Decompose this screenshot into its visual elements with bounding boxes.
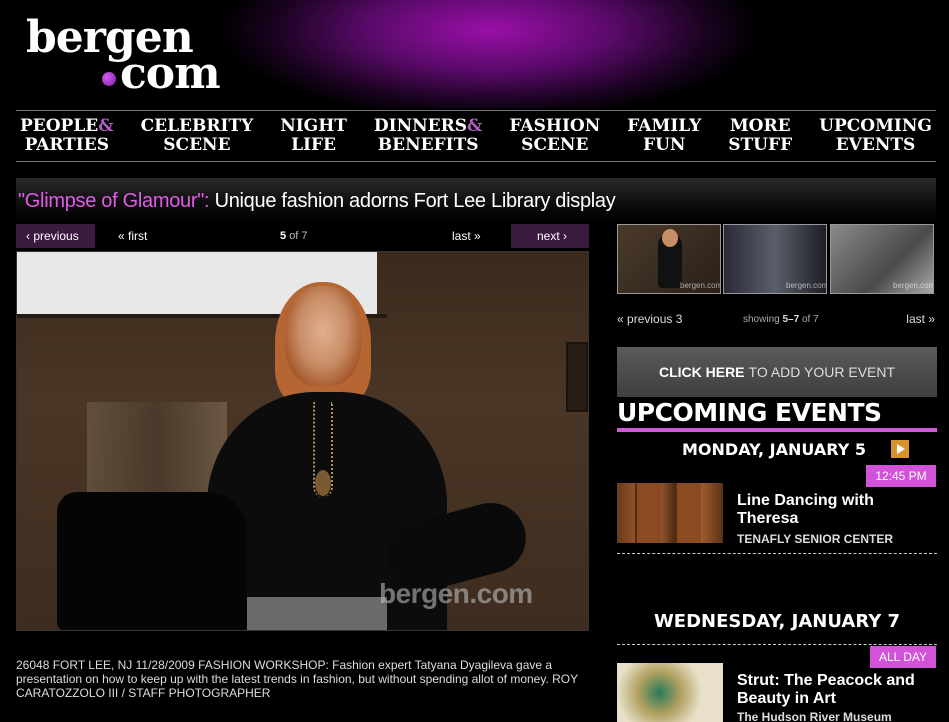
photo-watermark: bergen.com — [379, 578, 533, 609]
nav-amp: & — [98, 116, 114, 136]
showing-label: showing — [743, 314, 780, 325]
nav-item-night-life[interactable]: NIGHT LIFE — [280, 117, 347, 155]
main-nav: PEOPLE& PARTIES CELEBRITY SCENE NIGHT LI… — [16, 110, 936, 162]
nav-label-line1: CELEBRITY — [140, 116, 254, 136]
article-title-bar: "Glimpse of Glamour": Unique fashion ado… — [16, 178, 936, 222]
nav-item-family-fun[interactable]: FAMILY FUN — [627, 117, 701, 155]
showing-total: of 7 — [801, 314, 819, 325]
add-event-strong: CLICK HERE — [658, 364, 745, 380]
event-date-heading: MONDAY, JANUARY 5 — [617, 440, 937, 459]
event-title-link[interactable]: Strut: The Peacock and Beauty in Art — [737, 672, 937, 708]
wall-frame — [566, 342, 588, 412]
nav-item-celebrity-scene[interactable]: CELEBRITY SCENE — [141, 117, 254, 155]
logo-dot-icon — [102, 72, 116, 86]
previous-3-label: previous 3 — [627, 312, 683, 326]
last-button[interactable]: last » — [452, 224, 481, 248]
previous-label: previous — [33, 229, 79, 243]
nav-item-more-stuff[interactable]: MORE STUFF — [728, 117, 792, 155]
nav-item-people-parties[interactable]: PEOPLE& PARTIES — [20, 117, 114, 155]
event-venue: The Hudson River Museum — [737, 710, 892, 722]
nav-label-line2: EVENTS — [835, 135, 916, 155]
event-date-label: WEDNESDAY, JANUARY 7 — [653, 611, 901, 632]
site-header: bergen com — [0, 0, 949, 108]
next-button[interactable]: next › — [511, 224, 589, 248]
nav-label-line2: LIFE — [291, 135, 337, 155]
event-divider — [617, 644, 937, 645]
event-date-label: MONDAY, JANUARY 5 — [682, 440, 866, 459]
last-label: last — [452, 229, 471, 243]
play-icon[interactable] — [891, 440, 909, 458]
event-time-badge: 12:45 PM — [866, 465, 936, 487]
article-title: "Glimpse of Glamour": Unique fashion ado… — [18, 190, 616, 213]
nav-label-line1: MORE — [729, 116, 791, 136]
double-chevron-right-icon: » — [928, 312, 935, 326]
first-button[interactable]: « first — [118, 224, 147, 248]
thumbnail-nav: « previous 3 showing 5–7 of 7 last » — [617, 310, 937, 330]
event-divider — [617, 553, 937, 554]
nav-label-line1: FASHION — [509, 116, 601, 136]
photo-total: of 7 — [289, 230, 308, 242]
nav-item-upcoming-events[interactable]: UPCOMING EVENTS — [819, 117, 932, 155]
thumb-watermark: bergen.com — [893, 281, 934, 290]
nav-label-line2: SCENE — [163, 135, 231, 155]
nav-label-line2: SCENE — [521, 135, 589, 155]
gallery-nav: ‹ previous « first 5 of 7 last » next › — [16, 224, 589, 250]
upcoming-events-heading: UPCOMING EVENTS — [617, 396, 937, 432]
thumbnail-7[interactable]: bergen.com — [830, 224, 934, 294]
thumb-watermark: bergen.com — [680, 281, 721, 290]
thumb-watermark: bergen.com — [786, 281, 827, 290]
nav-label-line1: DINNERS — [373, 116, 468, 136]
showing-range: showing 5–7 of 7 — [743, 314, 819, 325]
event-thumbnail[interactable] — [617, 663, 723, 722]
previous-3-link[interactable]: « previous 3 — [617, 312, 682, 326]
previous-button[interactable]: ‹ previous — [16, 224, 95, 248]
thumbnail-5[interactable]: bergen.com — [617, 224, 721, 294]
skirt — [247, 597, 387, 630]
showing-range-value: 5–7 — [782, 314, 800, 325]
nav-label-line2: PARTIES — [24, 135, 109, 155]
logo-tld: com — [120, 48, 221, 99]
event-thumbnail[interactable] — [617, 483, 723, 543]
thumbnail-strip: bergen.com bergen.com bergen.com — [617, 224, 937, 296]
held-garment — [57, 492, 247, 630]
nav-label-line1: PEOPLE — [20, 116, 99, 136]
nav-label-line1: FAMILY — [627, 116, 702, 136]
event-time-badge: ALL DAY — [870, 646, 936, 668]
pendant — [315, 470, 331, 496]
add-event-rest: TO ADD YOUR EVENT — [748, 364, 896, 380]
next-label: next — [537, 229, 560, 243]
current-photo-number: 5 — [280, 230, 287, 242]
nav-label-line2: FUN — [643, 135, 686, 155]
boot-graphic — [675, 483, 701, 543]
event-venue: TENAFLY SENIOR CENTER — [737, 532, 894, 546]
main-photo[interactable]: bergen.com — [16, 251, 589, 631]
title-highlight: "Glimpse of Glamour": — [18, 190, 210, 212]
double-chevron-left-icon: « — [118, 229, 125, 243]
first-label: first — [128, 229, 148, 243]
nav-label-line1: UPCOMING — [819, 116, 932, 136]
photo-counter: 5 of 7 — [280, 224, 308, 248]
boot-graphic — [635, 483, 661, 543]
thumb-last-link[interactable]: last » — [906, 312, 935, 326]
nav-label-line2: BENEFITS — [377, 135, 479, 155]
thumbnail-6[interactable]: bergen.com — [723, 224, 827, 294]
chevron-left-icon: ‹ — [26, 229, 30, 243]
photo-caption: 26048 FORT LEE, NJ 11/28/2009 FASHION WO… — [16, 658, 578, 700]
double-chevron-right-icon: » — [474, 229, 481, 243]
add-event-button[interactable]: CLICK HERE TO ADD YOUR EVENT — [617, 347, 937, 397]
chevron-right-icon: › — [563, 229, 568, 243]
thumb-last-label: last — [906, 312, 925, 326]
nav-label-line1: NIGHT — [280, 116, 347, 136]
person-face — [285, 286, 361, 386]
event-title-link[interactable]: Line Dancing with Theresa — [737, 492, 937, 528]
thumb-figure-head — [662, 229, 678, 247]
double-chevron-left-icon: « — [617, 312, 624, 326]
nav-item-dinners-benefits[interactable]: DINNERS& BENEFITS — [374, 117, 483, 155]
title-rest: Unique fashion adorns Fort Lee Library d… — [214, 190, 616, 212]
event-date-heading: WEDNESDAY, JANUARY 7 — [617, 611, 937, 632]
site-logo[interactable]: bergen com — [26, 14, 221, 96]
nav-label-line2: STUFF — [728, 135, 793, 155]
nav-amp: & — [467, 116, 483, 136]
nav-item-fashion-scene[interactable]: FASHION SCENE — [509, 117, 600, 155]
